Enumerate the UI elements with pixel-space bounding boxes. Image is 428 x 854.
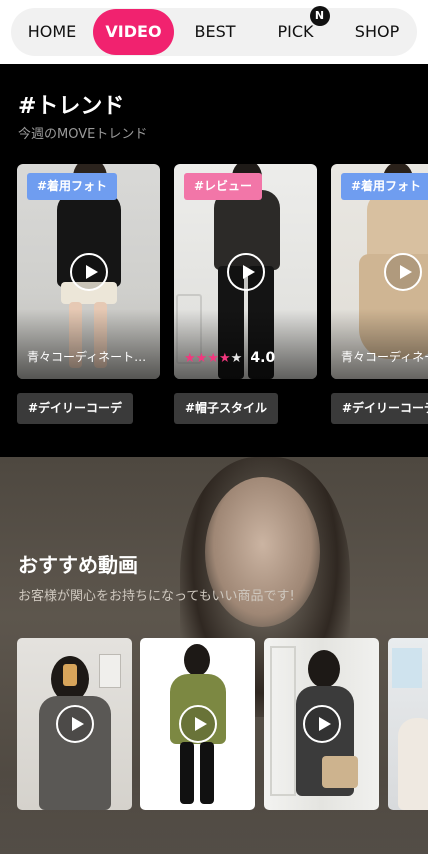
tab-pick-label: PICK [277, 22, 314, 41]
trend-card-2-shade [174, 309, 317, 379]
star-icon: ★ [230, 351, 243, 366]
trend-card-3[interactable]: #着用フォト 青々コーディネー… [331, 164, 428, 379]
recommend-subtitle: お客様が関心をお持ちになってもいい商品です! [18, 589, 295, 604]
trend-title: #トレンド [18, 94, 125, 119]
tab-shop[interactable]: SHOP [341, 8, 413, 56]
trend-card-1[interactable]: #着用フォト 青々コーディネート… [17, 164, 160, 379]
trend-tag-1[interactable]: #デイリーコーデ [17, 393, 134, 424]
trend-card-2[interactable]: #レビュー ★★★★★ 4.0 [174, 164, 317, 379]
play-icon[interactable] [178, 705, 217, 743]
trend-card-1-badge: #着用フォト [27, 173, 118, 200]
play-icon[interactable] [69, 252, 108, 291]
recommend-section: おすすめ動画 お客様が関心をお持ちになってもいい商品です! [0, 457, 428, 854]
recommend-card-4[interactable] [388, 638, 428, 810]
trend-card-2-badge: #レビュー [184, 173, 263, 200]
tab-shop-label: SHOP [354, 22, 400, 41]
play-icon[interactable] [55, 705, 94, 743]
new-badge: N [309, 6, 330, 26]
trend-card-1-caption: 青々コーディネート… [27, 350, 147, 364]
recommend-card-2[interactable] [140, 638, 255, 810]
trend-subtitle: 今週のMOVEトレンド [18, 127, 148, 142]
tab-best-label: BEST [194, 22, 236, 41]
top-navigation-bar: HOME VIDEO BEST PICK N SHOP [0, 0, 428, 64]
recommend-card-4-photo [388, 638, 428, 810]
star-icon: ★ [218, 351, 231, 366]
rating-value: 4.0 [250, 350, 276, 366]
recommend-card-3[interactable] [264, 638, 379, 810]
play-icon[interactable] [384, 252, 422, 291]
star-icon: ★ [195, 351, 208, 366]
trend-card-3-caption: 青々コーディネー… [341, 350, 428, 364]
tab-pick[interactable]: PICK N [258, 6, 333, 56]
recommend-card-1[interactable] [17, 638, 132, 810]
tab-home-label: HOME [27, 22, 77, 41]
hero-model-face [205, 477, 320, 627]
tab-video-label: VIDEO [105, 22, 162, 41]
recommend-title: おすすめ動画 [18, 553, 138, 577]
trend-card-1-shade [17, 309, 160, 379]
star-icon: ★ [184, 351, 196, 366]
tab-home[interactable]: HOME [15, 8, 89, 56]
category-tab-pill: HOME VIDEO BEST PICK N SHOP [11, 6, 417, 56]
trend-tag-3[interactable]: #デイリーコーデ [331, 393, 428, 424]
trend-card-3-badge: #着用フォト [341, 173, 428, 200]
tab-video[interactable]: VIDEO [93, 9, 174, 55]
trend-tag-2[interactable]: #帽子スタイル [174, 393, 279, 424]
play-icon[interactable] [302, 705, 341, 743]
tab-best[interactable]: BEST [179, 8, 251, 56]
trend-section: #トレンド 今週のMOVEトレンド #着用フォト 青々コーディネート… #レビュ… [0, 64, 428, 457]
star-icon: ★ [207, 351, 219, 366]
trend-card-3-shade [331, 309, 428, 379]
rating-stars: ★★★★★ 4.0 [184, 350, 275, 366]
play-icon[interactable] [226, 252, 265, 291]
